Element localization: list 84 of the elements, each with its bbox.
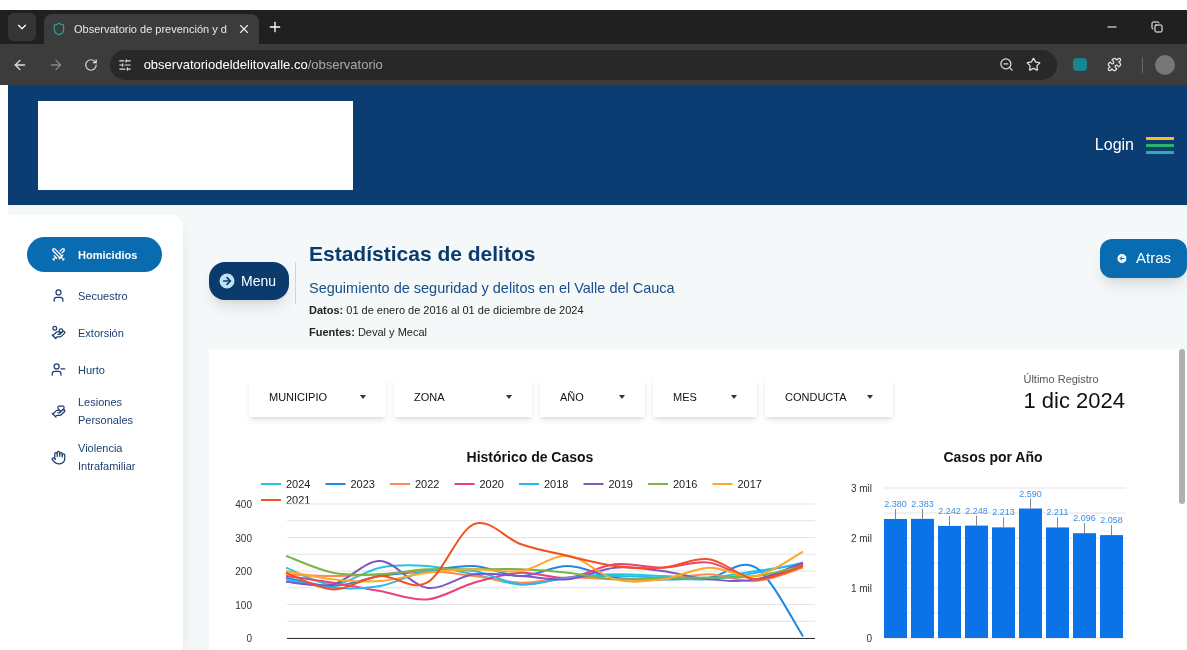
hand-icon — [51, 449, 66, 465]
arrow-right-icon — [217, 271, 237, 291]
legend-item[interactable]: 2017 — [711, 478, 762, 490]
filter-dropdown[interactable]: MUNICIPIO — [249, 377, 386, 417]
filter-dropdown[interactable]: MES — [653, 377, 757, 417]
sidebar-item[interactable]: Secuestro — [27, 278, 162, 313]
profile-avatar[interactable] — [1155, 54, 1175, 75]
legend-item[interactable]: 2016 — [647, 478, 698, 490]
legend-item[interactable]: 2024 — [260, 478, 311, 490]
axis-label: 1 mil — [850, 583, 872, 594]
value-label: 2.096 — [1073, 513, 1096, 524]
legend-item[interactable]: 2023 — [324, 478, 375, 490]
axis-label: 200 — [235, 566, 252, 577]
data-range-text: Datos: 01 de enero de 2016 al 01 de diciembre de 2024 — [309, 303, 585, 319]
site-settings-icon[interactable] — [117, 57, 132, 72]
sidebar-item[interactable]: Homicidios — [27, 237, 162, 272]
menu-button[interactable]: Menu — [209, 262, 289, 300]
sidebar-item[interactable]: Extorsión — [27, 315, 162, 350]
last-record-label: Último Registro — [1023, 372, 1100, 387]
arrow-left-icon — [1116, 251, 1128, 266]
value-label: 2.383 — [911, 498, 934, 509]
restore-icon[interactable] — [1151, 21, 1163, 33]
value-label: 2.242 — [938, 505, 961, 516]
shield-icon — [52, 22, 66, 36]
legend-label: 2018 — [544, 478, 569, 490]
filter-dropdown[interactable]: AÑO — [540, 377, 645, 417]
legend-label: 2021 — [286, 494, 311, 506]
sidebar-item[interactable]: Lesiones Personales — [27, 389, 162, 433]
tab-list-button[interactable] — [8, 13, 36, 41]
value-label: 2.380 — [884, 499, 907, 509]
value-label: 2.058 — [1100, 515, 1123, 526]
value-label: 2.248 — [965, 505, 988, 516]
filter-dropdown[interactable]: CONDUCTA — [765, 377, 893, 417]
legend-item[interactable]: 2022 — [389, 478, 440, 490]
legend-label: 2019 — [608, 478, 633, 490]
close-icon[interactable] — [237, 22, 251, 36]
extensions-icon[interactable] — [1107, 57, 1123, 72]
bookmark-icon[interactable] — [1026, 57, 1042, 72]
legend-label: 2023 — [350, 478, 375, 490]
reload-icon[interactable] — [83, 57, 98, 72]
back-button[interactable]: Atras — [1100, 239, 1187, 278]
legend-item[interactable]: 2020 — [453, 478, 504, 490]
chart-title: Histórico de Casos — [466, 449, 594, 465]
page-title: Estadísticas de delitos — [309, 241, 537, 267]
legend-label: 2016 — [673, 478, 698, 490]
axis-label: 3 mil — [850, 483, 872, 494]
sidebar-item[interactable]: Hurto — [27, 352, 162, 387]
swords-icon — [51, 247, 66, 262]
value-label: 2.211 — [1046, 507, 1069, 518]
browser-tab[interactable]: Observatorio de prevención y d — [44, 14, 259, 44]
sources-text: Fuentes: Deval y Mecal — [309, 324, 428, 340]
axis-label: 0 — [246, 633, 252, 644]
legend-label: 2017 — [737, 478, 762, 490]
filter-dropdown[interactable]: ZONA — [394, 377, 532, 417]
axis-label: 100 — [235, 599, 252, 611]
value-label: 2.213 — [992, 507, 1015, 518]
login-link[interactable]: Login — [1094, 133, 1134, 157]
tab-title: Observatorio de prevención y d — [74, 21, 228, 37]
person-icon — [51, 288, 66, 303]
chart-title: Casos por Año — [943, 449, 1043, 465]
scrollbar-thumb[interactable] — [1179, 349, 1185, 504]
axis-label: 2 mil — [850, 533, 872, 544]
new-tab-icon[interactable] — [267, 19, 283, 35]
legend-label: 2024 — [286, 478, 311, 490]
axis-label: 300 — [235, 532, 252, 544]
page-subtitle: Seguimiento de seguridad y delitos en el Valle del Cauca — [309, 278, 675, 298]
legend-label: 2022 — [415, 478, 440, 490]
axis-label: 400 — [235, 499, 252, 510]
address-bar[interactable]: observatoriodeldelitovalle.co/observatorio — [109, 49, 1058, 80]
value-label: 2.590 — [1019, 488, 1042, 499]
person-icon — [51, 362, 66, 377]
url-text: observatoriodeldelitovalle.co/observatorio — [143, 55, 383, 74]
hand-coins-icon — [51, 325, 66, 340]
legend-item[interactable]: 2018 — [518, 478, 569, 490]
legend-label: 2020 — [479, 478, 504, 490]
legend-item[interactable]: 2021 — [260, 494, 311, 506]
zoom-icon[interactable] — [999, 57, 1015, 72]
extension-icon[interactable] — [1073, 58, 1088, 71]
legend-item[interactable]: 2019 — [582, 478, 633, 490]
menu-icon[interactable] — [1146, 136, 1174, 154]
hands-icon — [51, 403, 66, 419]
last-record-date: 1 dic 2024 — [1023, 387, 1125, 414]
sidebar-item[interactable]: Violencia Intrafamiliar — [27, 435, 162, 479]
axis-label: 0 — [866, 633, 872, 644]
